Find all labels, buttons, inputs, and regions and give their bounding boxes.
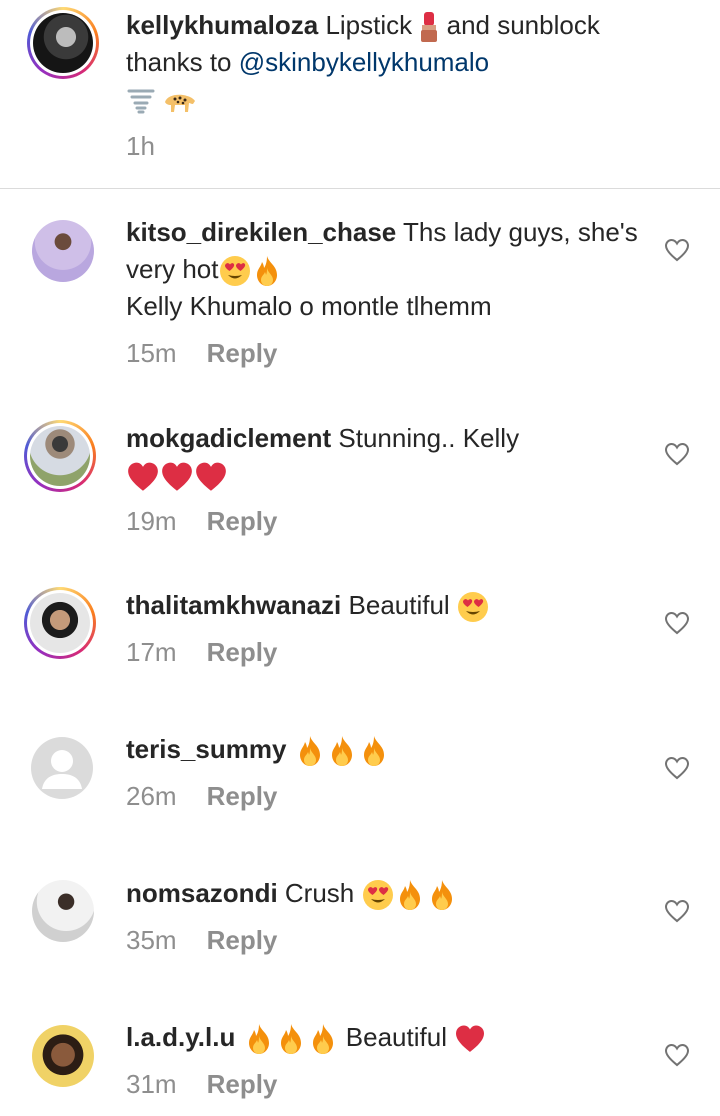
- avatar[interactable]: [32, 220, 94, 282]
- caption-username[interactable]: kellykhumaloza: [126, 10, 318, 40]
- caption-meta: 1h: [126, 131, 155, 162]
- caption-text-before: Lipstick: [325, 10, 413, 40]
- fire-emoji: [294, 735, 326, 767]
- red-heart-emoji: [160, 460, 194, 494]
- comment-meta: 15m Reply: [126, 338, 277, 369]
- reply-button[interactable]: Reply: [207, 637, 278, 667]
- like-heart-icon[interactable]: [664, 442, 690, 466]
- reply-button[interactable]: Reply: [207, 506, 278, 536]
- reply-button[interactable]: Reply: [207, 1069, 278, 1099]
- comment-username[interactable]: thalitamkhwanazi: [126, 590, 341, 620]
- reply-button[interactable]: Reply: [207, 781, 278, 811]
- reply-button[interactable]: Reply: [207, 338, 278, 368]
- tornado-emoji: [127, 89, 155, 114]
- caption-time: 1h: [126, 131, 155, 161]
- red-heart-emoji: [454, 1023, 486, 1055]
- comment-username[interactable]: nomsazondi: [126, 878, 278, 908]
- heart-eyes-emoji: [457, 591, 489, 623]
- avatar[interactable]: [24, 420, 96, 492]
- comment-time: 19m: [126, 506, 177, 536]
- like-heart-icon[interactable]: [664, 899, 690, 923]
- like-heart-icon[interactable]: [664, 756, 690, 780]
- person-placeholder-icon: [42, 750, 82, 789]
- comment-text: l.a.d.y.l.u Beautiful: [126, 1019, 646, 1056]
- comment-text: kitso_direkilen_chase Ths lady guys, she…: [126, 214, 646, 325]
- fire-emoji: [275, 1023, 307, 1055]
- caption-avatar[interactable]: [27, 7, 99, 79]
- like-heart-icon[interactable]: [664, 1043, 690, 1067]
- comment-time: 15m: [126, 338, 177, 368]
- comment-text: thalitamkhwanazi Beautiful: [126, 587, 646, 624]
- comment-text: nomsazondi Crush: [126, 875, 646, 912]
- comment-meta: 31m Reply: [126, 1069, 277, 1100]
- comment-text: mokgadiclement Stunning.. Kelly: [126, 420, 646, 494]
- fire-emoji: [243, 1023, 275, 1055]
- comment-body-line2: Kelly Khumalo o montle tlhemm: [126, 291, 492, 321]
- comment-time: 35m: [126, 925, 177, 955]
- avatar[interactable]: [24, 587, 96, 659]
- post-caption: kellykhumaloza Lipstick and sunblock tha…: [0, 0, 720, 189]
- avatar-image: [30, 426, 90, 486]
- fire-emoji: [426, 879, 458, 911]
- comment-body: Crush: [284, 878, 355, 908]
- comment-username[interactable]: kitso_direkilen_chase: [126, 217, 396, 247]
- like-heart-icon[interactable]: [664, 611, 690, 635]
- comment-meta: 19m Reply: [126, 506, 277, 537]
- comment-time: 17m: [126, 637, 177, 667]
- fire-emoji: [307, 1023, 339, 1055]
- avatar-image: [30, 593, 90, 653]
- comment-body: Beautiful: [348, 590, 450, 620]
- comment-username[interactable]: teris_summy: [126, 734, 286, 764]
- lipstick-emoji: [421, 12, 438, 43]
- comment-username[interactable]: mokgadiclement: [126, 423, 331, 453]
- caption-text: kellykhumaloza Lipstick and sunblock tha…: [126, 7, 646, 118]
- reply-button[interactable]: Reply: [207, 925, 278, 955]
- comment-body: Stunning.. Kelly: [338, 423, 520, 453]
- avatar[interactable]: [32, 1025, 94, 1087]
- caption-mention[interactable]: @skinbykellykhumalo: [239, 47, 489, 77]
- fire-emoji: [358, 735, 390, 767]
- comment-username[interactable]: l.a.d.y.l.u: [126, 1022, 235, 1052]
- comment-time: 31m: [126, 1069, 177, 1099]
- fire-emoji: [251, 255, 283, 287]
- leopard-emoji: [165, 95, 196, 113]
- avatar[interactable]: [32, 880, 94, 942]
- like-heart-icon[interactable]: [664, 238, 690, 262]
- heart-eyes-emoji: [362, 879, 394, 911]
- comment-body: Beautiful: [345, 1022, 447, 1052]
- red-heart-emoji: [126, 460, 160, 494]
- fire-emoji: [326, 735, 358, 767]
- comment-meta: 26m Reply: [126, 781, 277, 812]
- avatar-image: [33, 13, 93, 73]
- heart-eyes-emoji: [219, 255, 251, 287]
- comment-text: teris_summy: [126, 731, 646, 768]
- fire-emoji: [394, 879, 426, 911]
- comment-meta: 17m Reply: [126, 637, 277, 668]
- comment-time: 26m: [126, 781, 177, 811]
- comment-meta: 35m Reply: [126, 925, 277, 956]
- default-avatar-icon[interactable]: [31, 737, 93, 799]
- red-heart-emoji: [194, 460, 228, 494]
